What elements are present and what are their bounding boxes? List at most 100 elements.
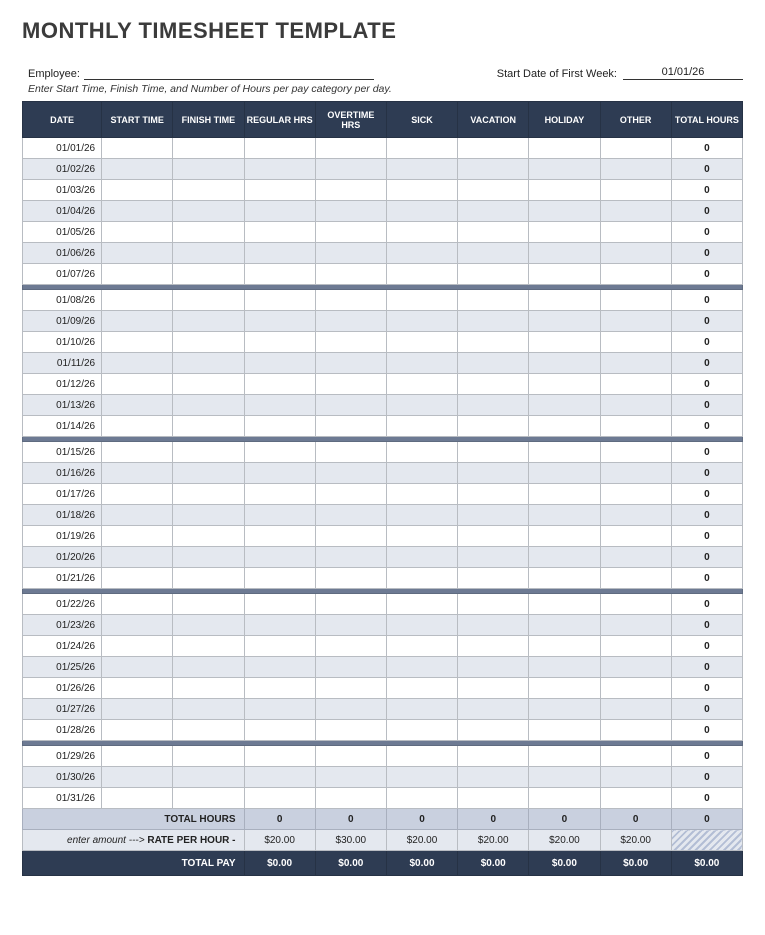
input-cell[interactable] (173, 374, 244, 395)
input-cell[interactable] (458, 678, 529, 699)
input-cell[interactable] (315, 138, 386, 159)
input-cell[interactable] (529, 484, 600, 505)
input-cell[interactable] (315, 636, 386, 657)
input-cell[interactable] (102, 290, 173, 311)
input-cell[interactable] (458, 138, 529, 159)
input-cell[interactable] (173, 505, 244, 526)
input-cell[interactable] (529, 332, 600, 353)
input-cell[interactable] (244, 568, 315, 589)
input-cell[interactable] (529, 416, 600, 437)
input-cell[interactable] (315, 290, 386, 311)
input-cell[interactable] (244, 463, 315, 484)
input-cell[interactable] (529, 720, 600, 741)
input-cell[interactable] (600, 657, 671, 678)
input-cell[interactable] (102, 678, 173, 699)
input-cell[interactable] (244, 442, 315, 463)
input-cell[interactable] (102, 442, 173, 463)
input-cell[interactable] (600, 678, 671, 699)
input-cell[interactable] (315, 395, 386, 416)
input-cell[interactable] (173, 332, 244, 353)
input-cell[interactable] (244, 505, 315, 526)
input-cell[interactable] (386, 311, 457, 332)
input-cell[interactable] (315, 615, 386, 636)
input-cell[interactable] (529, 788, 600, 809)
input-cell[interactable] (102, 657, 173, 678)
input-cell[interactable] (458, 505, 529, 526)
input-cell[interactable] (600, 699, 671, 720)
input-cell[interactable] (386, 201, 457, 222)
input-cell[interactable] (315, 264, 386, 285)
input-cell[interactable] (244, 201, 315, 222)
input-cell[interactable] (244, 547, 315, 568)
input-cell[interactable] (315, 720, 386, 741)
input-cell[interactable] (173, 699, 244, 720)
input-cell[interactable] (173, 138, 244, 159)
input-cell[interactable] (315, 746, 386, 767)
input-cell[interactable] (315, 505, 386, 526)
input-cell[interactable] (458, 788, 529, 809)
input-cell[interactable] (529, 290, 600, 311)
input-cell[interactable] (315, 657, 386, 678)
input-cell[interactable] (386, 243, 457, 264)
input-cell[interactable] (600, 311, 671, 332)
input-cell[interactable] (458, 243, 529, 264)
input-cell[interactable] (102, 615, 173, 636)
input-cell[interactable] (386, 636, 457, 657)
input-cell[interactable] (386, 395, 457, 416)
input-cell[interactable] (102, 788, 173, 809)
input-cell[interactable] (386, 180, 457, 201)
input-cell[interactable] (173, 526, 244, 547)
input-cell[interactable] (173, 416, 244, 437)
input-cell[interactable] (600, 594, 671, 615)
input-cell[interactable] (315, 311, 386, 332)
input-cell[interactable] (244, 138, 315, 159)
input-cell[interactable] (244, 484, 315, 505)
input-cell[interactable] (386, 720, 457, 741)
input-cell[interactable] (529, 526, 600, 547)
input-cell[interactable] (529, 594, 600, 615)
input-cell[interactable] (458, 442, 529, 463)
input-cell[interactable] (386, 767, 457, 788)
input-cell[interactable] (600, 547, 671, 568)
input-cell[interactable] (386, 463, 457, 484)
input-cell[interactable] (529, 699, 600, 720)
input-cell[interactable] (102, 138, 173, 159)
input-cell[interactable] (102, 180, 173, 201)
input-cell[interactable] (102, 243, 173, 264)
input-cell[interactable] (244, 699, 315, 720)
rate-input[interactable]: $30.00 (315, 830, 386, 851)
rate-input[interactable]: $20.00 (244, 830, 315, 851)
input-cell[interactable] (529, 395, 600, 416)
input-cell[interactable] (458, 180, 529, 201)
input-cell[interactable] (173, 222, 244, 243)
input-cell[interactable] (458, 264, 529, 285)
input-cell[interactable] (529, 311, 600, 332)
rate-input[interactable]: $20.00 (386, 830, 457, 851)
input-cell[interactable] (600, 353, 671, 374)
input-cell[interactable] (529, 159, 600, 180)
input-cell[interactable] (600, 332, 671, 353)
input-cell[interactable] (600, 615, 671, 636)
input-cell[interactable] (458, 484, 529, 505)
input-cell[interactable] (600, 159, 671, 180)
input-cell[interactable] (244, 767, 315, 788)
input-cell[interactable] (386, 615, 457, 636)
input-cell[interactable] (458, 657, 529, 678)
input-cell[interactable] (173, 201, 244, 222)
input-cell[interactable] (458, 720, 529, 741)
input-cell[interactable] (173, 788, 244, 809)
input-cell[interactable] (600, 201, 671, 222)
input-cell[interactable] (102, 311, 173, 332)
input-cell[interactable] (173, 442, 244, 463)
input-cell[interactable] (244, 526, 315, 547)
input-cell[interactable] (386, 374, 457, 395)
input-cell[interactable] (386, 746, 457, 767)
input-cell[interactable] (529, 615, 600, 636)
input-cell[interactable] (458, 395, 529, 416)
input-cell[interactable] (173, 159, 244, 180)
input-cell[interactable] (600, 526, 671, 547)
input-cell[interactable] (102, 159, 173, 180)
input-cell[interactable] (315, 767, 386, 788)
input-cell[interactable] (244, 788, 315, 809)
input-cell[interactable] (102, 264, 173, 285)
